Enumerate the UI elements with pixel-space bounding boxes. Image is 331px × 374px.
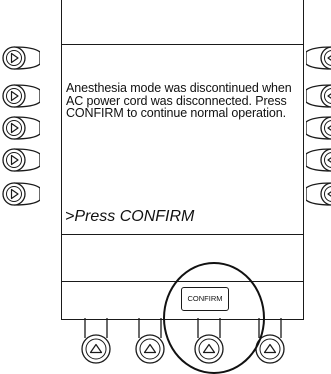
play-left-icon [306, 44, 331, 72]
prompt-text: >Press CONFIRM [65, 208, 194, 226]
pump-device: Anesthesia mode was discontinued when AC… [0, 0, 331, 366]
play-right-icon [0, 44, 40, 72]
right-side-key-3[interactable] [306, 114, 331, 142]
play-up-icon [253, 318, 287, 366]
play-left-icon [306, 146, 331, 174]
screen-divider-softkeys [62, 281, 303, 282]
screen-divider-top [62, 44, 303, 45]
left-side-key-5[interactable] [0, 180, 40, 208]
left-side-key-1[interactable] [0, 44, 40, 72]
play-up-icon [133, 318, 167, 366]
left-side-key-4[interactable] [0, 146, 40, 174]
left-side-key-3[interactable] [0, 114, 40, 142]
confirm-softkey-label[interactable]: CONFIRM [181, 287, 229, 311]
right-side-key-1[interactable] [306, 44, 331, 72]
bottom-key-1[interactable] [79, 318, 113, 366]
alert-message: Anesthesia mode was discontinued when AC… [66, 82, 304, 120]
bottom-key-3-confirm[interactable] [192, 318, 226, 366]
play-right-icon [0, 82, 40, 110]
play-right-icon [0, 114, 40, 142]
play-up-icon [192, 318, 226, 366]
bottom-key-2[interactable] [133, 318, 167, 366]
play-right-icon [0, 180, 40, 208]
play-up-icon [79, 318, 113, 366]
bottom-key-4[interactable] [253, 318, 287, 366]
display-screen: Anesthesia mode was discontinued when AC… [61, 0, 304, 320]
play-left-icon [306, 180, 331, 208]
right-side-key-5[interactable] [306, 180, 331, 208]
screen-divider-prompt [62, 234, 303, 235]
play-left-icon [306, 114, 331, 142]
play-left-icon [306, 82, 331, 110]
play-right-icon [0, 146, 40, 174]
right-side-key-4[interactable] [306, 146, 331, 174]
left-side-key-2[interactable] [0, 82, 40, 110]
right-side-key-2[interactable] [306, 82, 331, 110]
